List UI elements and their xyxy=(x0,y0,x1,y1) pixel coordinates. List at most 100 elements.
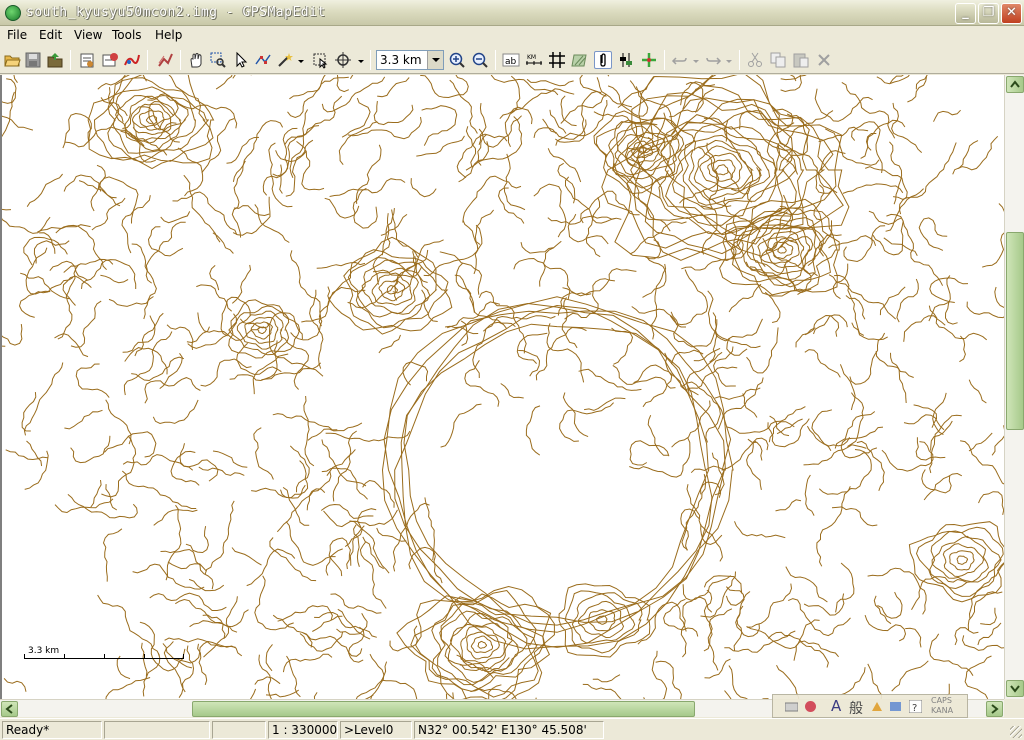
vertical-scrollbar[interactable] xyxy=(1004,75,1024,699)
edit-nodes-button[interactable] xyxy=(254,51,272,69)
cut-button[interactable] xyxy=(746,51,764,69)
chevron-up-icon xyxy=(1010,80,1020,88)
ime-input-mode-icon[interactable]: A xyxy=(831,697,841,715)
open-button[interactable] xyxy=(3,51,21,69)
redo-dropdown[interactable] xyxy=(724,51,734,69)
close-icon: ✕ xyxy=(1006,5,1017,20)
title-bar[interactable]: south_kyusyu50mcon2.img - GPSMapEdit _ ❐… xyxy=(0,0,1024,26)
scale-bar-tick xyxy=(183,654,184,659)
menu-edit[interactable]: Edit xyxy=(39,28,62,42)
hatching-button[interactable] xyxy=(571,51,589,69)
toolbar-separator xyxy=(495,50,496,70)
scroll-up-button[interactable] xyxy=(1006,76,1024,93)
scale-bar-tick xyxy=(24,654,25,659)
status-scale: 1 : 330000 xyxy=(268,721,338,739)
edit-nodes-icon xyxy=(255,54,271,65)
attach-button[interactable] xyxy=(594,51,612,69)
copy-button[interactable] xyxy=(769,51,787,69)
menu-tools[interactable]: Tools xyxy=(112,28,142,42)
status-empty-pane xyxy=(212,721,266,739)
ime-pad-icon[interactable] xyxy=(804,700,817,713)
vertical-scroll-thumb[interactable] xyxy=(1006,232,1024,430)
transform-button[interactable] xyxy=(334,51,352,69)
svg-text:KM: KM xyxy=(527,54,536,61)
status-empty-pane xyxy=(104,721,210,739)
undo-button[interactable] xyxy=(671,51,689,69)
save-disk-icon xyxy=(25,52,41,68)
ime-dictionary-icon[interactable] xyxy=(889,700,902,713)
export-button[interactable] xyxy=(46,51,64,69)
transform-dropdown[interactable] xyxy=(356,51,366,69)
maximize-button[interactable]: ❐ xyxy=(978,3,999,24)
undo-dropdown[interactable] xyxy=(691,51,701,69)
scale-bar-tick xyxy=(64,654,65,659)
grid-button[interactable] xyxy=(548,51,566,69)
paste-button[interactable] xyxy=(792,51,810,69)
add-point-button[interactable] xyxy=(640,51,658,69)
map-canvas[interactable]: 3.3 km xyxy=(0,75,1004,699)
transform-icon xyxy=(335,52,351,68)
save-button[interactable] xyxy=(24,51,42,69)
toolbar-separator xyxy=(70,50,71,70)
menu-help[interactable]: Help xyxy=(155,28,182,42)
contour-map xyxy=(2,75,1004,699)
zoom-out-button[interactable] xyxy=(471,51,489,69)
zoom-in-button[interactable] xyxy=(448,51,466,69)
resize-grip-icon[interactable] xyxy=(1010,726,1022,738)
route-icon xyxy=(158,53,173,67)
scroll-right-button[interactable] xyxy=(986,701,1003,717)
properties-button[interactable] xyxy=(78,51,96,69)
scroll-down-button[interactable] xyxy=(1006,680,1024,697)
toolbar-separator xyxy=(370,50,371,70)
scroll-left-button[interactable] xyxy=(1,701,18,717)
route-button[interactable] xyxy=(156,51,174,69)
hatching-icon xyxy=(571,54,587,67)
dropdown-arrow-icon xyxy=(726,60,732,63)
map-properties-button[interactable] xyxy=(101,51,119,69)
delete-button[interactable] xyxy=(815,51,833,69)
horizontal-scroll-thumb[interactable] xyxy=(192,701,695,717)
labels-button[interactable]: ab xyxy=(502,51,520,69)
nodes-icon xyxy=(620,53,632,67)
scale-select[interactable]: 3.3 km xyxy=(376,50,444,70)
create-object-dropdown[interactable] xyxy=(296,51,306,69)
menu-view[interactable]: View xyxy=(74,28,102,42)
open-folder-icon xyxy=(4,55,21,67)
minimize-button[interactable]: _ xyxy=(955,3,976,24)
toolbar-separator xyxy=(739,50,740,70)
ime-help-icon[interactable]: ? xyxy=(908,699,923,714)
close-button[interactable]: ✕ xyxy=(1001,3,1022,24)
create-object-button[interactable] xyxy=(276,51,294,69)
status-level: >Level0 xyxy=(340,721,412,739)
toolbar-separator xyxy=(664,50,665,70)
minimize-icon: _ xyxy=(962,5,969,20)
keyboard-icon[interactable] xyxy=(784,700,799,713)
distance-button[interactable]: KM xyxy=(525,51,543,69)
menu-file[interactable]: File xyxy=(7,28,27,42)
menu-bar: File Edit View Tools Help xyxy=(0,26,1024,46)
chevron-down-icon xyxy=(1010,685,1020,693)
window-title: south_kyusyu50mcon2.img - GPSMapEdit xyxy=(26,5,326,20)
ruler-km-icon: KM xyxy=(526,54,542,65)
toolbar: 3.3 km ab KM xyxy=(0,46,1024,74)
dropdown-arrow-icon xyxy=(693,60,699,63)
ime-language-bar[interactable]: A 般 ? CAPS KANA xyxy=(772,694,968,718)
tracks-button[interactable] xyxy=(123,51,141,69)
select-tool-button[interactable] xyxy=(232,51,250,69)
redo-button[interactable] xyxy=(704,51,722,69)
tracks-icon xyxy=(124,54,140,66)
nodes-button[interactable] xyxy=(617,51,635,69)
add-point-icon xyxy=(642,53,656,67)
zoom-in-icon xyxy=(449,52,465,68)
pan-tool-button[interactable] xyxy=(187,51,205,69)
ime-conversion-mode-icon[interactable]: 般 xyxy=(849,698,863,718)
scale-select-arrow-icon[interactable] xyxy=(427,51,443,69)
restore-icon: ❐ xyxy=(982,5,995,20)
select-region-icon xyxy=(313,53,328,69)
ime-tools-icon[interactable] xyxy=(871,700,884,713)
ime-lock-indicators: CAPS KANA xyxy=(931,696,953,716)
crop-button[interactable] xyxy=(311,51,329,69)
zoom-rect-button[interactable] xyxy=(209,51,227,69)
zoom-out-icon xyxy=(472,52,488,68)
app-globe-icon[interactable] xyxy=(5,5,21,21)
